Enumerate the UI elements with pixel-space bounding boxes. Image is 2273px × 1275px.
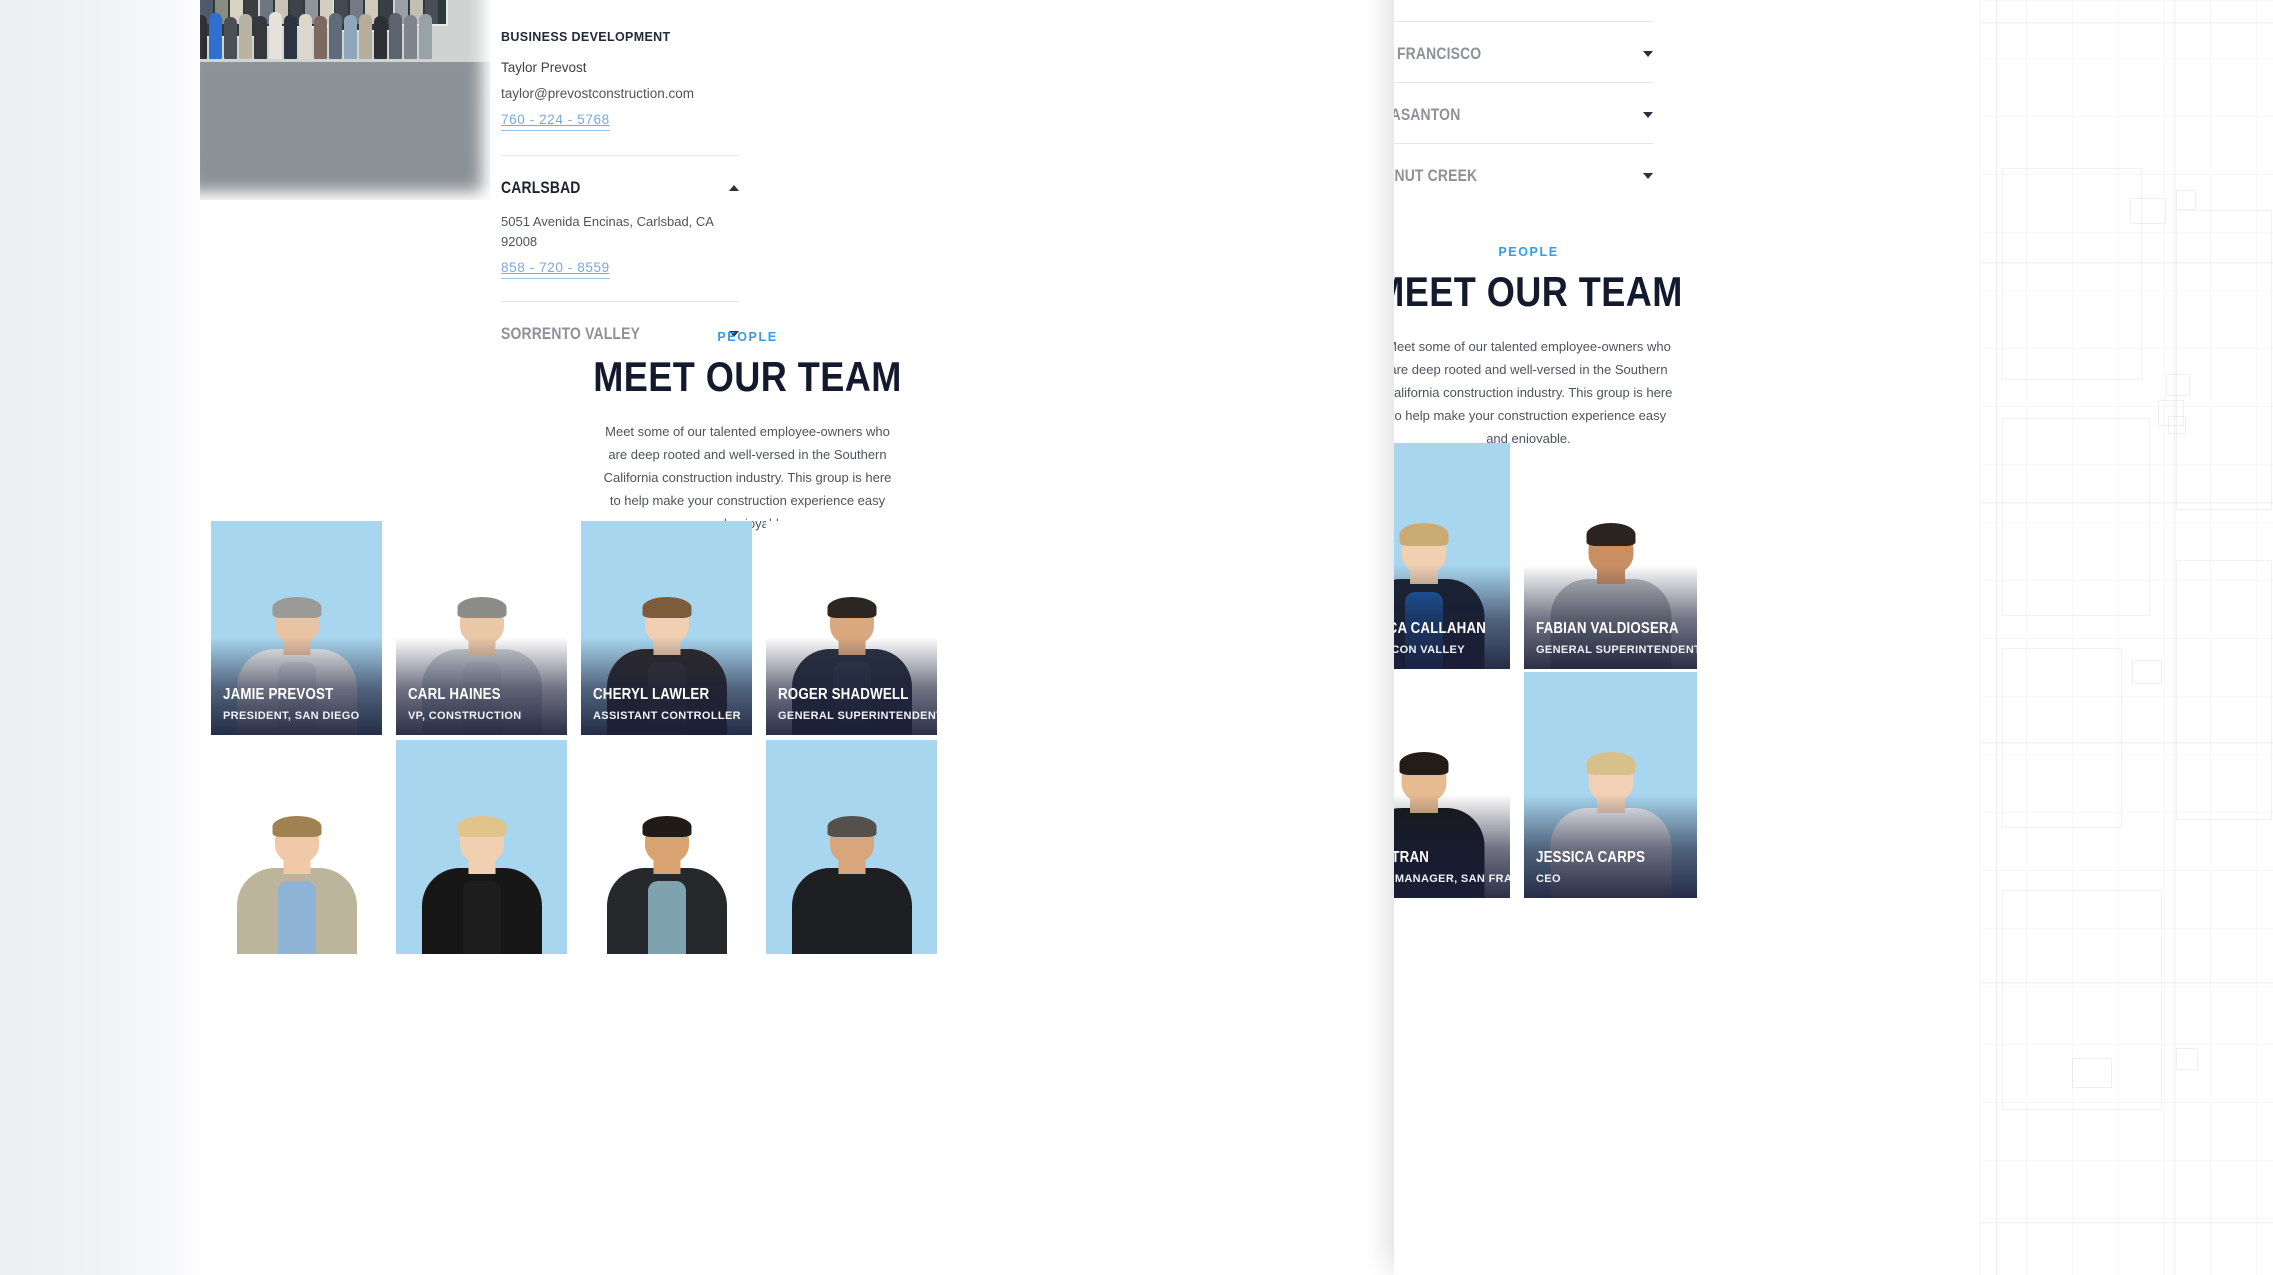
team-member-role: VP, SILICON VALLEY [1394, 644, 1465, 656]
team-member-role: VP, CONSTRUCTION [408, 710, 522, 722]
accordion-item-walnut-creek[interactable]: WALNUT CREEK [1394, 144, 1653, 186]
team-member-name: CARL HAINES [408, 686, 501, 703]
team-card-meta: JESSICA CALLAHAN VP, SILICON VALLEY [1394, 620, 1508, 656]
team-card[interactable]: CARL HAINES VP, CONSTRUCTION [396, 521, 567, 735]
carlsbad-address: 5051 Avenida Encinas, Carlsbad, CA 92008 [501, 214, 714, 249]
accordion-title-san-francisco: SAN FRANCISCO [1394, 44, 1482, 63]
front-team-grid-row-2: THAO TRAN OFFICE MANAGER, SAN FRANCISCO J… [1394, 672, 1959, 898]
front-team-title: MEET OUR TEAM [1394, 268, 1683, 315]
blueprint-background [1980, 0, 2273, 1275]
team-card-meta: ROGER SHADWELL GENERAL SUPERINTENDENT [778, 686, 937, 722]
accordion-title-carlsbad: CARLSBAD [501, 178, 581, 197]
team-member-name: JESSICA CALLAHAN [1394, 620, 1487, 637]
team-card[interactable]: JESSICA CALLAHAN VP, SILICON VALLEY [1394, 443, 1510, 669]
team-card[interactable]: CHERYL LAWLER ASSISTANT CONTROLLER [581, 521, 752, 735]
front-team-grid-row-1: JESSICA CALLAHAN VP, SILICON VALLEY FABIA… [1394, 443, 1959, 669]
team-member-role: GENERAL SUPERINTENDENT [1536, 644, 1697, 656]
accordion-item-carlsbad[interactable]: CARLSBAD 5051 Avenida Encinas, Carlsbad,… [501, 156, 739, 279]
team-member-role: PRESIDENT, SAN DIEGO [223, 710, 360, 722]
team-card-meta: JESSICA CARPS CEO [1536, 849, 1663, 885]
team-card-meta: JAMIE PREVOST PRESIDENT, SAN DIEGO [223, 686, 360, 722]
front-contact-column: 844 - 0000 SAN FRANCISCO PLEASANTON WALN… [1394, 0, 1653, 186]
team-card[interactable] [396, 740, 567, 954]
chevron-down-icon[interactable] [1643, 173, 1653, 179]
portrait-image [766, 766, 937, 954]
intro-tail-text: throughout the area. [501, 0, 739, 2]
team-card[interactable] [766, 740, 937, 954]
team-member-name: ROGER SHADWELL [778, 686, 909, 703]
team-member-role: CEO [1536, 873, 1561, 885]
contact-person-name: Taylor Prevost [501, 60, 587, 75]
front-team-blurb: Meet some of our talented employee-owner… [1394, 339, 1673, 446]
team-section: PEOPLE MEET OUR TEAM Meet some of our ta… [375, 330, 1120, 535]
company-group-photo [200, 0, 490, 200]
team-card[interactable]: THAO TRAN OFFICE MANAGER, SAN FRANCISCO [1394, 672, 1510, 898]
team-member-role: OFFICE MANAGER, SAN FRANCISCO [1394, 873, 1510, 885]
accordion-title-walnut-creek: WALNUT CREEK [1394, 166, 1478, 185]
contact-person-phone-link[interactable]: 760 - 224 - 5768 [501, 112, 610, 131]
team-card[interactable]: ROGER SHADWELL GENERAL SUPERINTENDENT [766, 521, 937, 735]
team-member-name: CHERYL LAWLER [593, 686, 710, 703]
chevron-down-icon[interactable] [1643, 112, 1653, 118]
team-card[interactable]: FABIAN VALDIOSERA GENERAL SUPERINTENDENT [1524, 443, 1697, 669]
team-card[interactable]: JESSICA CARPS CEO [1524, 672, 1697, 898]
front-team-section: PEOPLE MEET OUR TEAM Meet some of our ta… [1394, 245, 1901, 450]
team-card-meta: THAO TRAN OFFICE MANAGER, SAN FRANCISCO [1394, 849, 1510, 885]
carlsbad-phone-link[interactable]: 858 - 720 - 8559 [501, 260, 610, 279]
team-card-meta: CHERYL LAWLER ASSISTANT CONTROLLER [593, 686, 741, 722]
page-left-gradient [0, 0, 212, 1275]
accordion-item-san-francisco[interactable]: SAN FRANCISCO [1394, 22, 1653, 64]
team-member-name: JAMIE PREVOST [223, 686, 334, 703]
chevron-up-icon[interactable] [729, 185, 739, 191]
team-member-name: FABIAN VALDIOSERA [1536, 620, 1679, 637]
browser-window-front[interactable]: 844 - 0000 SAN FRANCISCO PLEASANTON WALN… [1394, 0, 1959, 1275]
front-team-eyebrow: PEOPLE [1498, 245, 1559, 259]
contact-person-email[interactable]: taylor@prevostconstruction.com [501, 86, 739, 101]
team-card[interactable]: JAMIE PREVOST PRESIDENT, SAN DIEGO [211, 521, 382, 735]
team-card-meta: FABIAN VALDIOSERA GENERAL SUPERINTENDENT [1536, 620, 1697, 656]
team-member-role: GENERAL SUPERINTENDENT [778, 710, 937, 722]
team-member-name: THAO TRAN [1394, 849, 1430, 866]
team-title: MEET OUR TEAM [593, 353, 902, 400]
contact-column: throughout the area. BUSINESS DEVELOPMEN… [501, 0, 739, 344]
team-grid-row-1: JAMIE PREVOST PRESIDENT, SAN DIEGO CARL H… [211, 521, 1295, 735]
chevron-down-icon[interactable] [1643, 51, 1653, 57]
portrait-image [581, 766, 752, 954]
portrait-image [211, 766, 382, 954]
team-eyebrow: PEOPLE [717, 330, 778, 344]
team-card[interactable] [211, 740, 382, 954]
team-card[interactable] [581, 740, 752, 954]
team-grid-row-2 [211, 740, 1295, 954]
accordion-item-pleasanton[interactable]: PLEASANTON [1394, 83, 1653, 125]
team-card-meta: CARL HAINES VP, CONSTRUCTION [408, 686, 522, 722]
team-blurb: Meet some of our talented employee-owner… [603, 424, 892, 531]
business-development-label: BUSINESS DEVELOPMENT [501, 30, 671, 44]
browser-window-back[interactable]: throughout the area. BUSINESS DEVELOPMEN… [200, 0, 1295, 1275]
portrait-image [396, 766, 567, 954]
team-member-role: ASSISTANT CONTROLLER [593, 710, 741, 722]
accordion-title-pleasanton: PLEASANTON [1394, 105, 1461, 124]
screen: throughout the area. BUSINESS DEVELOPMEN… [0, 0, 2273, 1275]
team-member-name: JESSICA CARPS [1536, 849, 1646, 866]
